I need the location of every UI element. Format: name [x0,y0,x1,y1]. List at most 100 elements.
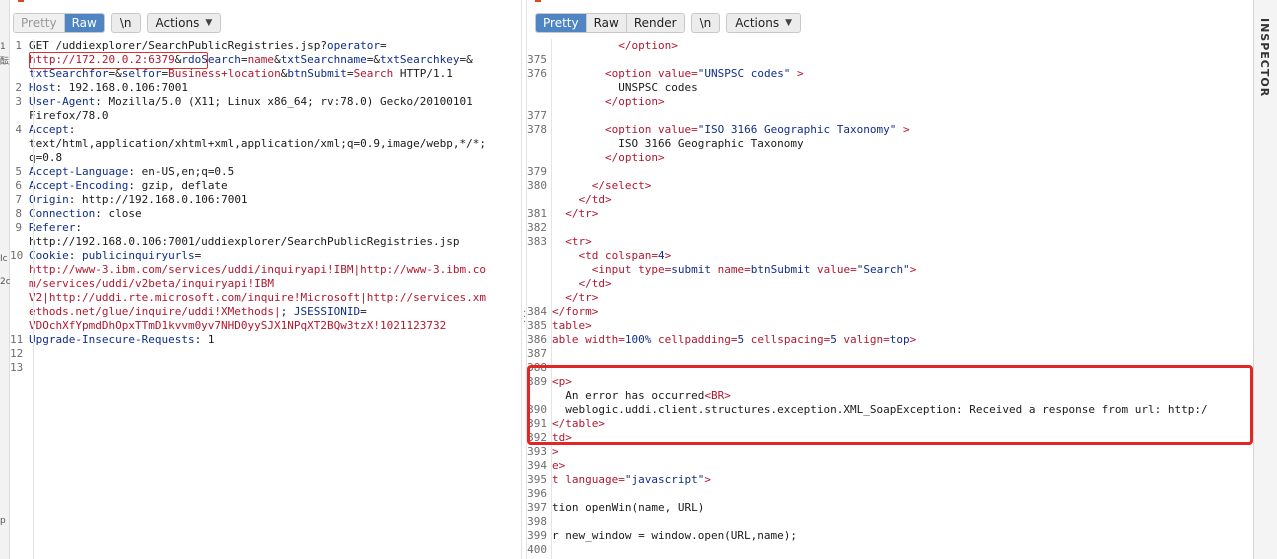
response-actions-button[interactable]: Actions ▼ [726,13,801,33]
code-token: value= [657,67,698,80]
code-token: GET /uddiexplorer/SearchPublicRegistries… [29,39,328,52]
line-number [10,67,28,81]
code-token: : [68,249,82,262]
line-number: 3 [15,95,22,108]
code-token: </select> [591,179,652,192]
code-token: User-Agent [29,95,96,108]
code-token: </option> [604,95,665,108]
line-number: 9 [15,221,22,234]
line-text: Origin: http://192.168.0.106:7001 [28,193,248,207]
code-line: 2 Host: 192.168.0.106:7001 [10,81,521,95]
code-line: 3 User-Agent: Mozilla/5.0 (X11; Linux x86… [10,95,521,109]
code-token: top [889,333,910,346]
code-token: "javascript" [624,473,705,486]
code-token: </option> [618,39,678,52]
line-number: 13 [10,361,24,374]
line-text: V2|http://uddi.rte.microsoft.com/inquire… [28,291,486,305]
code-token: txtSearchkey [380,53,460,66]
code-line: 377 [527,109,1253,123]
line-number [10,319,28,333]
response-actions-label: Actions [735,16,780,30]
request-actions-button[interactable]: Actions ▼ [146,13,222,33]
code-line: 379 [527,165,1253,179]
inspector-sidebar[interactable]: INSPECTOR [1253,0,1277,559]
code-token: : gzip, deflate [128,179,228,192]
line-text: text/html,application/xhtml+xml,applicat… [28,137,486,151]
code-token: width= [585,333,625,346]
code-token: ethods.net/glue/inquire/uddi!XMethods| [29,305,281,318]
code-token: http://192.168.0.106:7001/uddiexplorer/S… [29,235,460,248]
line-text: </option> [549,151,665,165]
line-text: <option value="UNSPSC codes" > [549,67,804,81]
code-line: 8 Connection: close [10,207,521,221]
code-token: cellpadding= [651,333,738,346]
line-number: 11 [10,333,24,346]
line-number: 397 [527,501,547,514]
line-text: ethods.net/glue/inquire/uddi!XMethods|; … [28,305,367,319]
code-token: = [360,305,367,318]
code-line: 6 Accept-Encoding: gzip, deflate [10,179,521,193]
code-token: text/html,application/xhtml+xml,applicat… [29,137,486,150]
code-token: Origin [29,193,69,206]
request-actions-label: Actions [155,16,200,30]
line-number [10,263,28,277]
line-number [10,277,28,291]
request-raw-tab[interactable]: Raw [64,14,104,32]
code-line: text/html,application/xhtml+xml,applicat… [10,137,521,151]
request-pretty-tab[interactable]: Pretty [14,14,65,32]
line-number: 5 [15,165,22,178]
code-line: http://192.168.0.106:7001/uddiexplorer/S… [10,235,521,249]
code-token: able [552,333,586,346]
response-gutter-divider [551,39,552,559]
code-line: 375 [527,53,1253,67]
response-editor[interactable]: </option> 375 376 <option value="UNSPSC co… [527,39,1253,559]
code-line: 383 <tr> [527,235,1253,249]
code-token: table> [552,319,592,332]
response-newline-toggle[interactable]: \n [690,13,721,33]
request-newline-toggle[interactable]: \n [110,13,141,33]
line-number [10,53,28,67]
code-token: <option [604,123,658,136]
line-number [527,193,549,207]
line-text: </option> [549,39,678,53]
response-pretty-tab[interactable]: Pretty [536,14,587,32]
line-number: 375 [527,53,547,66]
line-number [527,81,549,95]
code-line: m/services/uddi/v2beta/inquiryapi!IBM [10,277,521,291]
code-line: VDOchXfYpmdDhOpxTTmD1kvvm0yv7NHD0yySJX1N… [10,319,521,333]
code-line: </option> [527,39,1253,53]
response-raw-tab[interactable]: Raw [586,14,627,32]
code-token: : http://192.168.0.106:7001 [68,193,248,206]
line-text: User-Agent: Mozilla/5.0 (X11; Linux x86_… [28,95,473,109]
request-editor[interactable]: 1 GET /uddiexplorer/SearchPublicRegistrie… [10,39,521,559]
line-number: 1 [15,39,22,52]
code-token: value= [657,123,698,136]
line-text: tion openWin(name, URL) [549,501,704,515]
code-token: =& [366,53,381,66]
code-token: btnSubmit [287,67,347,80]
code-token: > [896,123,910,136]
code-line: 384 </form> [527,305,1253,319]
line-number [527,249,549,263]
line-text: Accept: [28,123,75,137]
code-token: <tr> [565,235,592,248]
response-render-tab[interactable]: Render [626,14,684,32]
line-text: <td colspan=4> [549,249,672,263]
code-token: : 192.168.0.106:7001 [55,81,188,94]
code-line: 398 [527,515,1253,529]
code-token: 4 [657,249,665,262]
line-number: 379 [527,165,547,178]
line-text: table> [549,319,592,333]
code-line: 395 t language="javascript"> [527,473,1253,487]
code-line: 380 </select> [527,179,1253,193]
code-line: 7 Origin: http://192.168.0.106:7001 [10,193,521,207]
code-token: Upgrade-Insecure-Requests [29,333,195,346]
error-annotation-box [527,365,1253,445]
code-line: 382 [527,221,1253,235]
code-token: : Mozilla/5.0 (X11; Linux x86_64; rv:78.… [95,95,473,108]
code-token: r new_window = window.open(URL,name); [552,529,798,542]
code-token: colspan= [605,249,658,262]
code-token: Accept-Language [29,165,129,178]
